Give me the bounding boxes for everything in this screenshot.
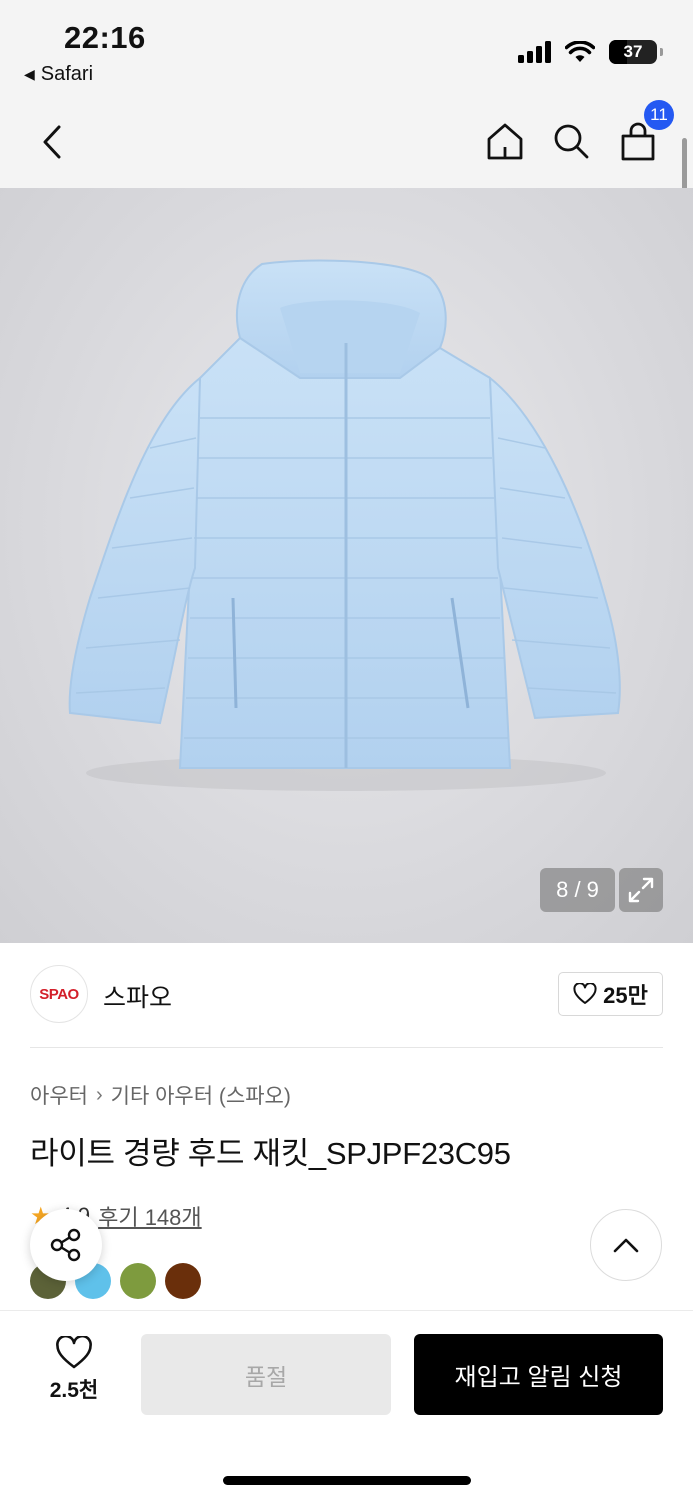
expand-icon bbox=[628, 877, 654, 903]
image-counter: 8 / 9 bbox=[540, 868, 615, 912]
cart-button[interactable]: 11 bbox=[616, 100, 674, 164]
app-header: 11 bbox=[0, 100, 693, 188]
share-icon bbox=[50, 1228, 81, 1262]
home-indicator[interactable] bbox=[223, 1476, 471, 1485]
back-chevron-icon bbox=[43, 125, 61, 159]
cart-count-badge: 11 bbox=[644, 100, 674, 130]
wifi-icon bbox=[565, 41, 595, 62]
home-button[interactable] bbox=[482, 118, 528, 164]
battery-icon: 37 bbox=[609, 40, 663, 64]
cellular-signal-icon bbox=[518, 41, 551, 63]
divider bbox=[30, 1047, 663, 1048]
product-title: 라이트 경량 후드 재킷_SPJPF23C95 bbox=[30, 1136, 511, 1171]
brand-name[interactable]: 스파오 bbox=[103, 978, 172, 1014]
search-icon bbox=[554, 124, 589, 159]
back-button[interactable] bbox=[30, 120, 74, 164]
status-bar: 22:16 ◀ Safari 37 bbox=[0, 0, 693, 100]
back-to-app-link[interactable]: ◀ Safari bbox=[24, 63, 93, 86]
expand-image-button[interactable] bbox=[619, 868, 663, 912]
color-swatch[interactable] bbox=[165, 1263, 201, 1299]
reviews-link[interactable]: 후기 148개 bbox=[98, 1200, 202, 1232]
brand-like-button[interactable]: 25만 bbox=[558, 972, 663, 1016]
back-triangle-icon: ◀ bbox=[24, 66, 35, 82]
home-icon bbox=[487, 123, 523, 160]
brand-like-count: 25만 bbox=[603, 983, 648, 1008]
back-app-label: Safari bbox=[40, 63, 94, 85]
wishlist-count: 2.5천 bbox=[49, 1379, 99, 1402]
chevron-right-icon: › bbox=[95, 1083, 103, 1106]
restock-alert-button[interactable]: 재입고 알림 신청 bbox=[414, 1334, 663, 1415]
status-icons: 37 bbox=[518, 40, 663, 64]
breadcrumb-category[interactable]: 아우터 bbox=[30, 1080, 88, 1110]
heart-icon bbox=[56, 1336, 92, 1369]
brand-logo[interactable]: SPAO bbox=[30, 965, 88, 1023]
breadcrumb-subcategory[interactable]: 기타 아우터 (스파오) bbox=[111, 1080, 291, 1110]
heart-icon bbox=[573, 983, 597, 1004]
color-swatch[interactable] bbox=[120, 1263, 156, 1299]
clock: 22:16 bbox=[64, 20, 146, 55]
share-button[interactable] bbox=[30, 1209, 102, 1281]
search-button[interactable] bbox=[548, 118, 594, 164]
product-image-gallery[interactable] bbox=[0, 188, 693, 943]
sold-out-button[interactable]: 품절 bbox=[141, 1334, 391, 1415]
wishlist-button[interactable]: 2.5천 bbox=[30, 1336, 118, 1404]
chevron-up-icon bbox=[613, 1238, 639, 1253]
scroll-to-top-button[interactable] bbox=[590, 1209, 662, 1281]
breadcrumb: 아우터 › 기타 아우터 (스파오) bbox=[30, 1080, 291, 1110]
product-image bbox=[68, 259, 621, 791]
